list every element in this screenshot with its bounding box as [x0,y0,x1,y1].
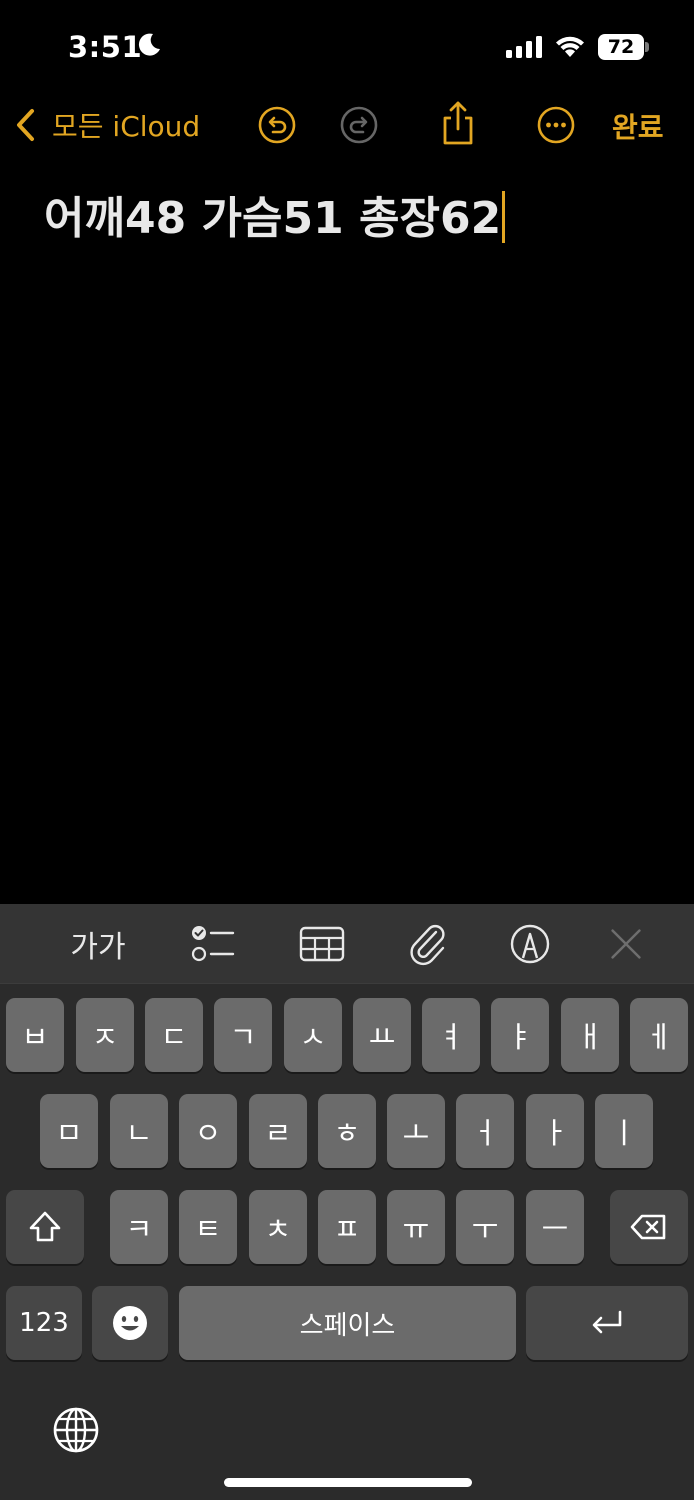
key-row2-5[interactable]: ㅎ [318,1094,376,1168]
delete-key[interactable] [610,1190,688,1264]
shift-key[interactable] [6,1190,84,1264]
markup-button[interactable] [506,922,554,966]
back-button[interactable]: 모든 iCloud [14,102,200,148]
key-row2-7[interactable]: ㅓ [456,1094,514,1168]
table-button[interactable] [298,922,346,966]
key-row1-8[interactable]: ㅑ [491,998,549,1072]
note-editor[interactable]: 어깨48 가슴51 총장62 [0,160,694,904]
home-indicator[interactable] [224,1478,472,1487]
undo-icon[interactable] [257,105,297,145]
note-text-line[interactable]: 어깨48 가슴51 총장62 [44,182,506,246]
text-format-label: 가가 [70,930,126,965]
return-icon [592,1310,622,1334]
text-caret [502,191,506,243]
key-row3-3[interactable]: ㅊ [249,1190,307,1264]
markup-icon [510,924,550,964]
key-row2-6[interactable]: ㅗ [387,1094,445,1168]
note-text: 어깨48 가슴51 총장62 [44,193,502,244]
numbers-key[interactable]: 123 [6,1286,82,1360]
checklist-button[interactable] [188,922,236,966]
emoji-icon [113,1306,147,1340]
status-bar: 3:51 72 [0,0,694,92]
focus-moon-icon [138,33,160,56]
close-toolbar-button[interactable] [604,922,648,966]
key-row2-2[interactable]: ㄴ [110,1094,168,1168]
key-row1-1[interactable]: ㅂ [6,998,64,1072]
key-row3-2[interactable]: ㅌ [179,1190,237,1264]
key-row3-1[interactable]: ㅋ [110,1190,168,1264]
globe-icon[interactable] [52,1406,100,1454]
text-format-button[interactable]: 가가 [70,922,126,966]
done-button[interactable]: 완료 [612,106,664,146]
keyboard: 가가 ㅂ ㅈ ㄷ ㄱ ㅅ ㅛ ㅕ ㅑ ㅐ ㅔ ㅁ ㄴ ㅇ ㄹ ㅎ ㅗ ㅓ ㅏ ㅣ… [0,904,694,1500]
key-row1-6[interactable]: ㅛ [353,998,411,1072]
battery-level: 72 [607,36,635,58]
backspace-icon [630,1214,666,1240]
shift-icon [29,1211,61,1242]
key-row1-3[interactable]: ㄷ [145,998,203,1072]
close-icon [611,929,641,959]
key-row1-5[interactable]: ㅅ [284,998,342,1072]
checklist-icon [191,926,235,962]
key-row3-7[interactable]: ㅡ [526,1190,584,1264]
status-time: 3:51 [68,30,143,64]
numbers-key-label: 123 [19,1308,69,1338]
key-row2-3[interactable]: ㅇ [179,1094,237,1168]
space-key-label: 스페이스 [299,1310,396,1341]
key-row1-4[interactable]: ㄱ [214,998,272,1072]
key-row3-4[interactable]: ㅍ [318,1190,376,1264]
key-row2-8[interactable]: ㅏ [526,1094,584,1168]
note-nav-bar: 모든 iCloud 완료 [0,92,694,158]
battery-indicator: 72 [598,34,650,60]
more-options-icon[interactable] [536,105,576,145]
key-row3-6[interactable]: ㅜ [456,1190,514,1264]
key-row1-7[interactable]: ㅕ [422,998,480,1072]
share-icon[interactable] [438,100,478,146]
attachment-icon [410,924,445,966]
cellular-signal-icon [506,36,542,58]
key-row2-1[interactable]: ㅁ [40,1094,98,1168]
chevron-left-icon [17,109,34,141]
return-key[interactable] [526,1286,688,1360]
emoji-key[interactable] [92,1286,168,1360]
key-row2-9[interactable]: ㅣ [595,1094,653,1168]
attachment-button[interactable] [404,922,452,966]
table-icon [299,926,345,962]
space-key[interactable]: 스페이스 [179,1286,516,1360]
key-row3-5[interactable]: ㅠ [387,1190,445,1264]
back-button-label: 모든 iCloud [52,110,201,143]
key-row1-2[interactable]: ㅈ [76,998,134,1072]
key-row1-10[interactable]: ㅔ [630,998,688,1072]
key-row2-4[interactable]: ㄹ [249,1094,307,1168]
redo-icon[interactable] [339,105,379,145]
key-row1-9[interactable]: ㅐ [561,998,619,1072]
wifi-icon [556,36,584,57]
keyboard-toolbar: 가가 [0,904,694,984]
